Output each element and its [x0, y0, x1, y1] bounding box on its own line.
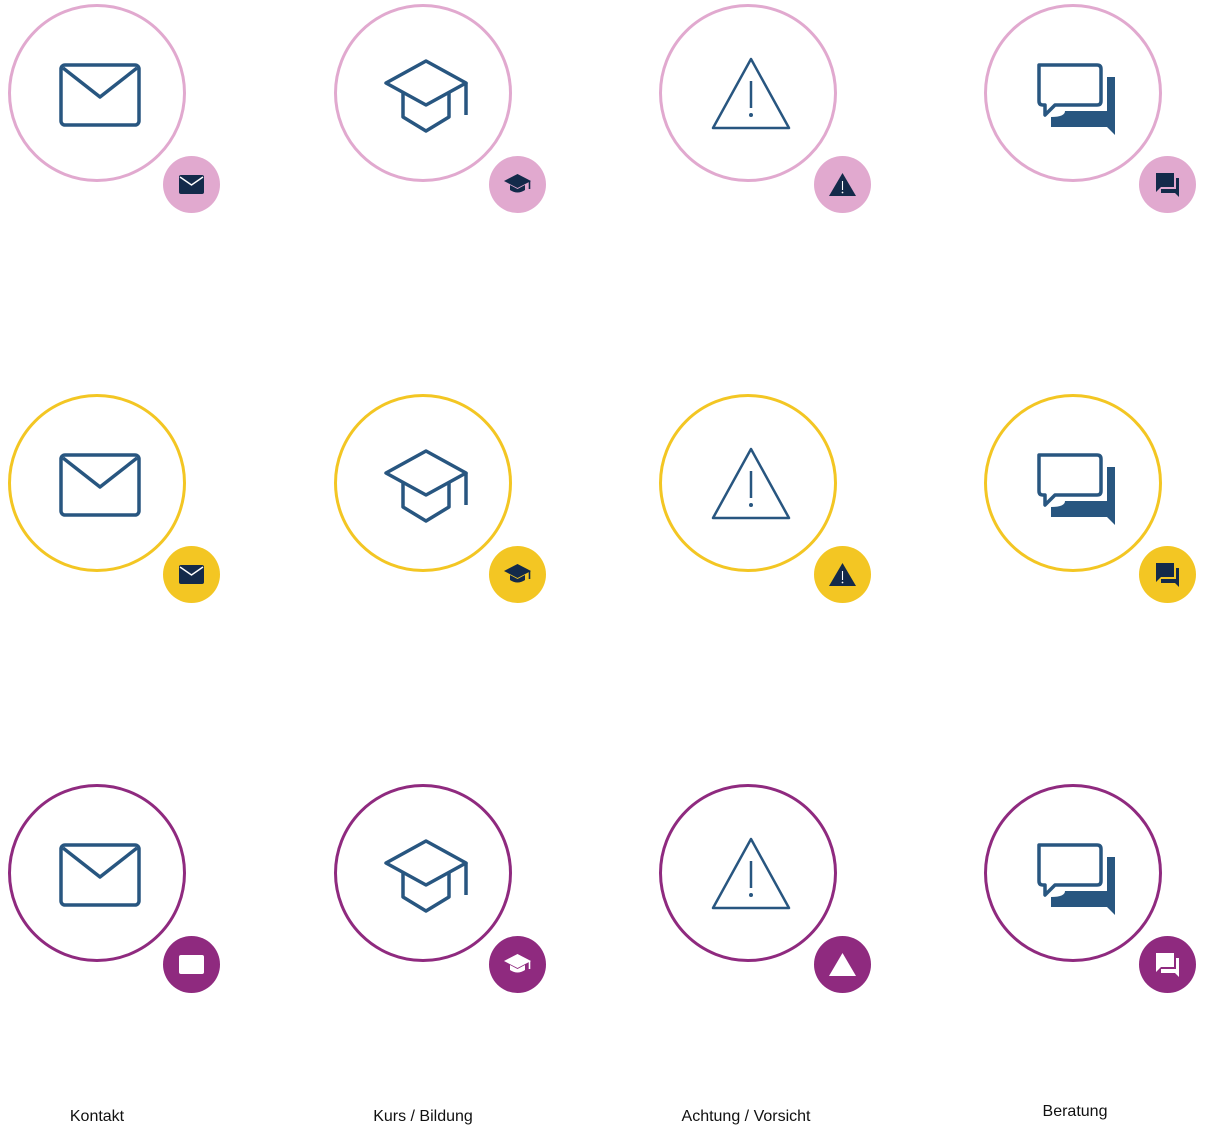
chat-bubbles-icon	[1037, 453, 1117, 527]
envelope-icon	[59, 453, 141, 517]
chat-bubbles-icon	[1156, 173, 1179, 197]
icon-cell-yellow-cap	[334, 394, 574, 634]
graduation-cap-icon	[384, 449, 468, 523]
cap-badge	[489, 156, 546, 213]
warning-triangle-icon	[711, 57, 791, 130]
cap-badge	[489, 546, 546, 603]
cap-ring	[334, 784, 512, 962]
chat-badge	[1139, 936, 1196, 993]
envelope-icon	[59, 63, 141, 127]
cap-ring	[334, 4, 512, 182]
label-kontakt: Kontakt	[69, 1108, 125, 1125]
graduation-cap-icon	[503, 173, 532, 194]
envelope-badge	[163, 546, 220, 603]
envelope-ring	[8, 4, 186, 182]
chat-ring	[984, 784, 1162, 962]
chat-ring	[984, 394, 1162, 572]
chat-bubbles-icon	[1037, 843, 1117, 917]
label-achtung-vorsicht: Achtung / Vorsicht	[681, 1108, 811, 1125]
graduation-cap-icon	[384, 839, 468, 913]
warning-triangle-icon	[828, 952, 857, 977]
icon-cell-purple-warning	[659, 784, 899, 1024]
envelope-icon	[178, 564, 205, 585]
envelope-badge	[163, 936, 220, 993]
warning-badge	[814, 936, 871, 993]
envelope-ring	[8, 784, 186, 962]
envelope-badge	[163, 156, 220, 213]
envelope-icon	[178, 954, 205, 975]
cap-ring	[334, 394, 512, 572]
warning-triangle-icon	[711, 447, 791, 520]
icon-cell-yellow-chat	[984, 394, 1205, 634]
envelope-icon	[59, 843, 141, 907]
icon-cell-yellow-warning	[659, 394, 899, 634]
icon-cell-purple-chat	[984, 784, 1205, 1024]
chat-bubbles-icon	[1156, 953, 1179, 977]
envelope-icon	[178, 174, 205, 195]
icon-cell-pink-cap	[334, 4, 574, 244]
graduation-cap-icon	[503, 953, 532, 974]
warning-ring	[659, 784, 837, 962]
chat-bubbles-icon	[1156, 563, 1179, 587]
label-beratung: Beratung	[1042, 1103, 1108, 1120]
chat-ring	[984, 4, 1162, 182]
chat-badge	[1139, 546, 1196, 603]
chat-bubbles-icon	[1037, 63, 1117, 137]
icon-cell-purple-envelope	[8, 784, 248, 1024]
label-kurs-bildung: Kurs / Bildung	[373, 1108, 473, 1125]
cap-badge	[489, 936, 546, 993]
icon-cell-purple-cap	[334, 784, 574, 1024]
graduation-cap-icon	[384, 59, 468, 133]
warning-badge	[814, 546, 871, 603]
warning-ring	[659, 4, 837, 182]
envelope-ring	[8, 394, 186, 572]
icon-cell-pink-chat	[984, 4, 1205, 244]
warning-ring	[659, 394, 837, 572]
icon-cell-yellow-envelope	[8, 394, 248, 634]
icon-cell-pink-envelope	[8, 4, 248, 244]
icon-cell-pink-warning	[659, 4, 899, 244]
graduation-cap-icon	[503, 563, 532, 584]
warning-triangle-icon	[828, 562, 857, 587]
chat-badge	[1139, 156, 1196, 213]
warning-triangle-icon	[828, 172, 857, 197]
warning-triangle-icon	[711, 837, 791, 910]
warning-badge	[814, 156, 871, 213]
